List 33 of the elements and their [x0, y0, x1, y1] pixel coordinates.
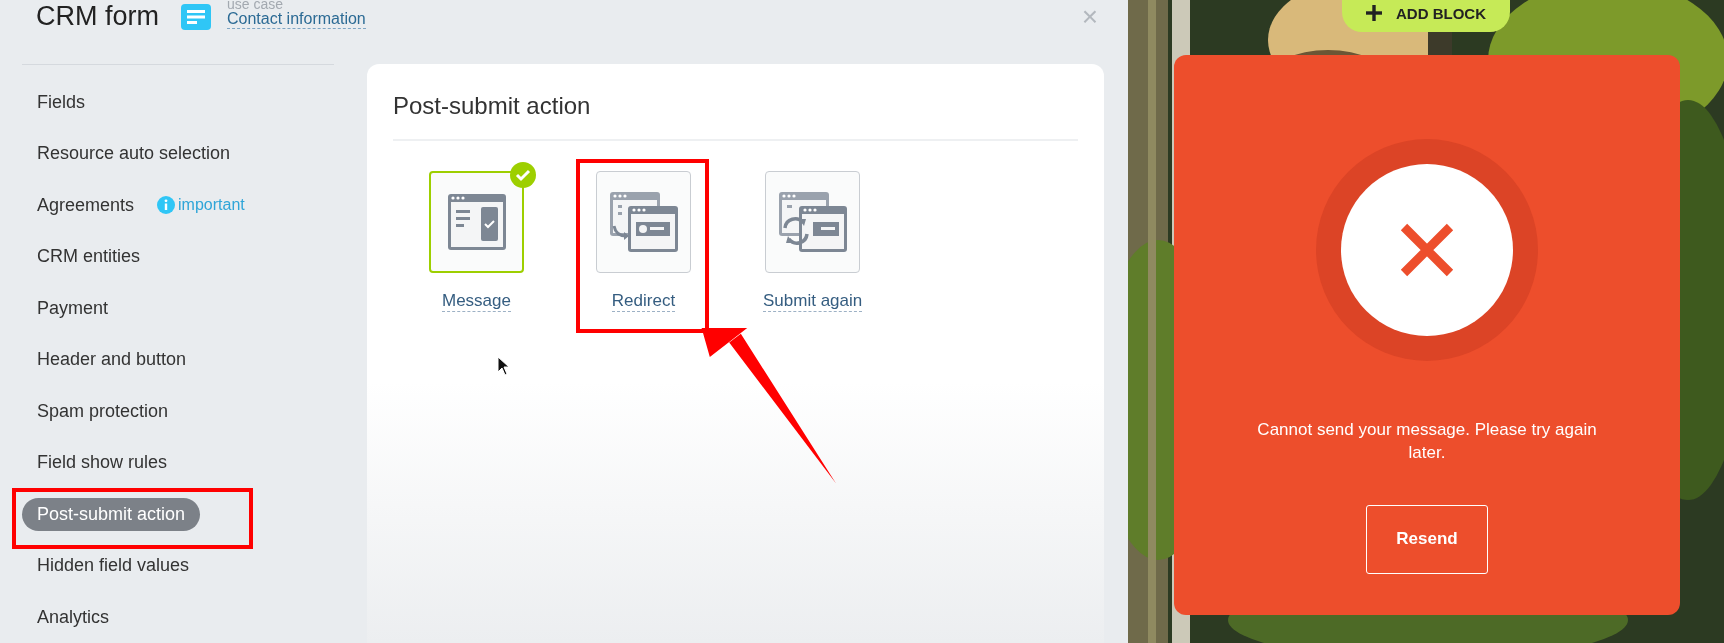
refresh-windows-icon: [776, 189, 849, 254]
card-title: Post-submit action: [393, 91, 592, 120]
use-case-label: use case: [227, 0, 285, 12]
document-icon: [181, 3, 211, 30]
info-icon: [157, 196, 176, 215]
option-link[interactable]: Message: [442, 290, 511, 312]
option-link[interactable]: Redirect: [611, 290, 676, 312]
sidebar-item[interactable]: Post-submit action: [22, 497, 201, 531]
sidebar-item[interactable]: CRM entities: [22, 240, 156, 274]
sidebar-item[interactable]: Fields: [22, 85, 100, 119]
error-message: Cannot send your message. Please try again later.: [1256, 419, 1598, 464]
sidebar-item[interactable]: Field show rules: [22, 446, 183, 480]
form-title: CRM form: [36, 1, 159, 33]
add-block-button[interactable]: ADD BLOCK: [1342, 0, 1510, 32]
sidebar-item[interactable]: Payment: [22, 291, 124, 325]
option-link[interactable]: Submit again: [763, 290, 863, 312]
option-tile[interactable]: [765, 170, 861, 273]
resend-button[interactable]: Resend: [1366, 504, 1488, 574]
checkmark-icon: [510, 161, 536, 188]
option-tile[interactable]: [596, 170, 691, 273]
use-case-link[interactable]: Contact information: [227, 11, 366, 29]
option-tile[interactable]: [429, 170, 524, 273]
close-x-icon: [1398, 221, 1456, 279]
sidebar-item[interactable]: Analytics: [22, 600, 125, 634]
sidebar-item[interactable]: Resource auto selection: [22, 137, 246, 171]
sidebar-item[interactable]: Hidden field values: [22, 549, 205, 583]
plus-icon: [1366, 5, 1382, 21]
sidebar-item[interactable]: Spam protection: [22, 394, 184, 428]
sidebar-item[interactable]: Agreements: [22, 188, 150, 222]
sidebar-item[interactable]: Header and button: [22, 343, 202, 377]
message-window-icon: [446, 192, 507, 251]
redirect-windows-icon: [607, 189, 680, 254]
mouse-cursor-icon: [497, 355, 511, 376]
